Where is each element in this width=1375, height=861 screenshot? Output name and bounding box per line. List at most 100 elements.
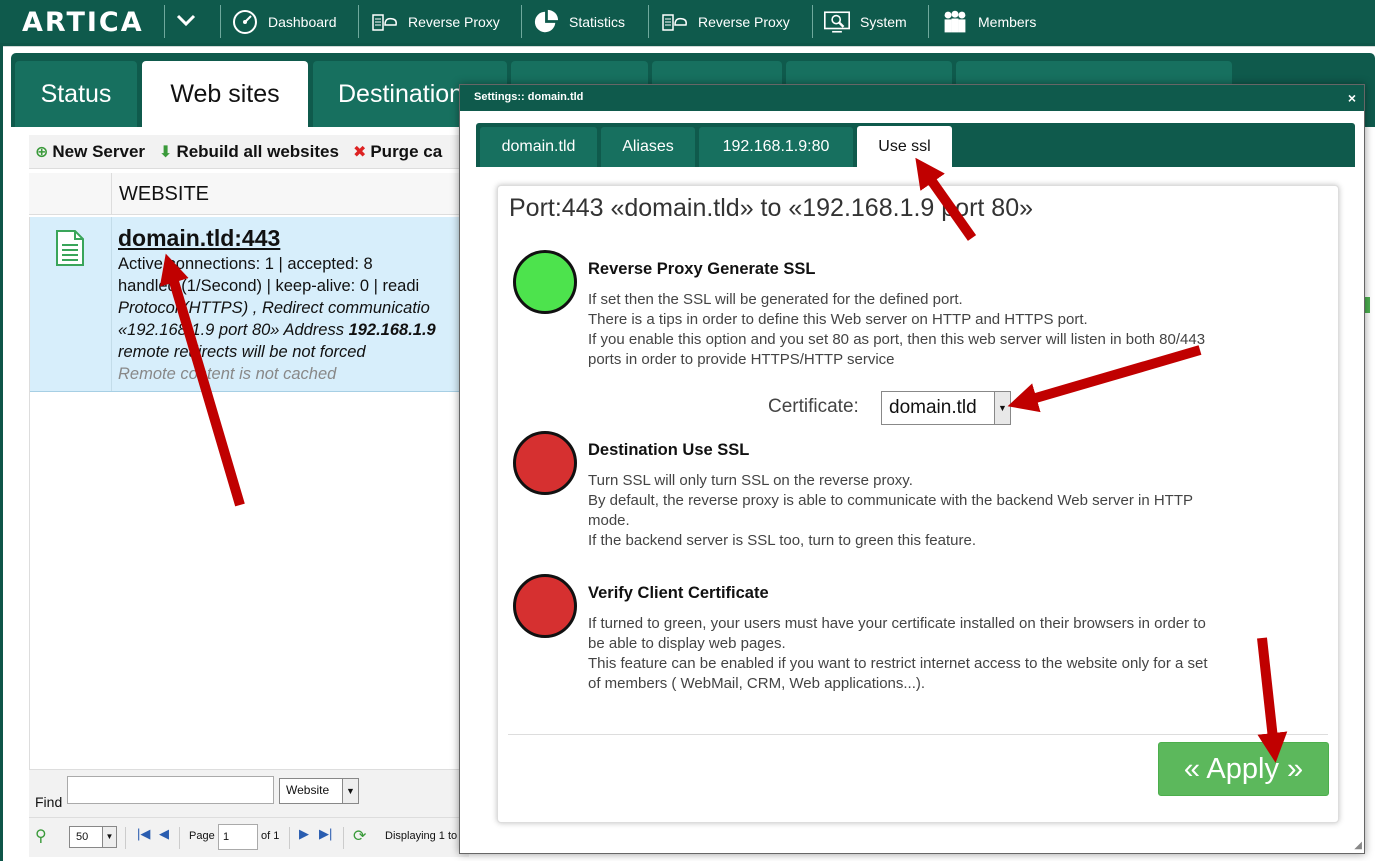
option-desc-line: By default, the reverse proxy is able to…: [588, 492, 1193, 529]
nav-dashboard[interactable]: Dashboard: [232, 0, 337, 43]
rebuild-all-button[interactable]: ⬇ Rebuild all websites: [159, 142, 339, 162]
option-description: If turned to green, your users must have…: [588, 614, 1208, 694]
navbar-separator: [928, 5, 929, 38]
new-server-label: New Server: [52, 141, 146, 161]
option-desc-line: If you enable this option and you set 80…: [588, 331, 1206, 368]
page-input[interactable]: 1: [218, 824, 258, 850]
dialog-tab-bar: domain.tld Aliases 192.168.1.9:80 Use ss…: [476, 123, 1355, 168]
nav-statistics[interactable]: Statistics: [533, 0, 625, 43]
first-page-icon[interactable]: |◀: [137, 826, 150, 842]
dialog-titlebar[interactable]: Settings:: domain.tld: [460, 85, 1364, 111]
ssl-settings-panel: Port:443 «domain.tld» to «192.168.1.9 po…: [497, 185, 1339, 823]
find-bar: Find Website ▼: [29, 769, 469, 817]
navbar-separator: [521, 5, 522, 38]
column-divider: [111, 173, 112, 215]
per-page-value: 50: [76, 831, 89, 843]
apply-button[interactable]: « Apply »: [1158, 742, 1329, 796]
close-icon[interactable]: ×: [1348, 90, 1356, 106]
pagination-bar: ⚲ 50 ▼ |◀ ◀ Page 1 of 1 ▶ ▶| ⟳ Displayin…: [29, 817, 469, 857]
page-of-label: of 1: [261, 830, 280, 842]
reverse-proxy-icon: [662, 9, 688, 35]
next-page-icon[interactable]: ▶: [299, 826, 309, 842]
find-field-value: Website: [286, 783, 330, 797]
search-icon[interactable]: ⚲: [35, 826, 47, 846]
members-icon: [942, 9, 968, 35]
panel-divider: [508, 734, 1328, 735]
page-label: Page: [189, 830, 215, 842]
navbar-separator: [220, 5, 221, 38]
find-input[interactable]: [67, 776, 274, 804]
per-page-select[interactable]: 50 ▼: [69, 826, 117, 848]
purge-cache-button[interactable]: ✖ Purge ca: [353, 142, 442, 162]
tab-status[interactable]: Status: [15, 61, 137, 127]
row-line: remote redirects will be not forced: [118, 343, 366, 361]
chevron-down-icon: [176, 13, 196, 30]
nav-reverse-proxy[interactable]: Reverse Proxy: [372, 0, 500, 43]
toggle-verify-client-cert[interactable]: [513, 574, 577, 638]
nav-members[interactable]: Members: [942, 0, 1036, 43]
row-line: «192.168.1.9 port 80» Address 192.168.1.…: [118, 319, 469, 341]
refresh-icon[interactable]: ⟳: [353, 826, 366, 846]
close-icon: ✖: [352, 143, 367, 161]
grid-border: [29, 217, 30, 817]
tab-domain[interactable]: domain.tld: [480, 127, 597, 167]
nav-label: Reverse Proxy: [408, 13, 500, 30]
prev-page-icon[interactable]: ◀: [159, 826, 169, 842]
dialog-title: Settings:: domain.tld: [474, 91, 584, 103]
row-line-part: «192.168.1.9 port 80» Address: [118, 321, 349, 339]
grid-header: WEBSITE: [29, 173, 469, 215]
option-desc-line: This feature can be enabled if you want …: [588, 655, 1208, 692]
option-description: Turn SSL will only turn SSL on the rever…: [588, 471, 1208, 551]
certificate-select[interactable]: domain.tld ▼: [881, 391, 1011, 425]
column-header-website[interactable]: WEBSITE: [119, 183, 209, 206]
artica-logo[interactable]: ARTICA: [22, 7, 144, 38]
option-title: Reverse Proxy Generate SSL: [588, 260, 816, 278]
system-icon: [824, 9, 850, 35]
option-desc-line: If turned to green, your users must have…: [588, 615, 1206, 652]
nav-label: Statistics: [569, 13, 626, 30]
resize-handle-icon[interactable]: ◢: [1354, 840, 1362, 851]
nav-label: System: [860, 13, 907, 30]
pager-separator: [289, 827, 290, 849]
nav-reverse-proxy-2[interactable]: Reverse Proxy: [662, 0, 790, 43]
chevron-down-icon: ▼: [994, 392, 1010, 424]
nav-menu-toggle[interactable]: [176, 0, 196, 43]
navbar-separator: [358, 5, 359, 38]
option-description: If set then the SSL will be generated fo…: [588, 290, 1208, 370]
reverse-proxy-icon: [372, 9, 398, 35]
new-server-button[interactable]: ⊕ New Server: [35, 142, 145, 162]
option-desc-line: If set then the SSL will be generated fo…: [588, 291, 963, 308]
certificate-label: Certificate:: [768, 396, 859, 417]
add-circle-icon: ⊕: [35, 143, 49, 161]
grid-toolbar: ⊕ New Server ⬇ Rebuild all websites ✖ Pu…: [29, 135, 469, 169]
last-page-icon[interactable]: ▶|: [319, 826, 332, 842]
tab-backend[interactable]: 192.168.1.9:80: [699, 127, 853, 167]
option-desc-line: There is a tips in order to define this …: [588, 311, 1088, 328]
row-line: Remote content is not cached: [118, 365, 337, 383]
panel-title: Port:443 «domain.tld» to «192.168.1.9 po…: [509, 194, 1033, 222]
tab-web-sites[interactable]: Web sites: [142, 61, 308, 127]
toggle-destination-ssl[interactable]: [513, 431, 577, 495]
statistics-icon: [533, 9, 559, 35]
tab-aliases[interactable]: Aliases: [601, 127, 695, 167]
table-row[interactable]: domain.tld:443 Active connections: 1 | a…: [29, 217, 469, 392]
find-field-select[interactable]: Website ▼: [279, 778, 359, 804]
pager-separator: [343, 827, 344, 849]
certificate-value: domain.tld: [889, 397, 977, 418]
row-line: Active connections: 1 | accepted: 8: [118, 255, 373, 273]
option-title: Destination Use SSL: [588, 441, 750, 459]
navbar-separator: [812, 5, 813, 38]
navbar-separator: [648, 5, 649, 38]
website-link[interactable]: domain.tld:443: [118, 223, 469, 253]
nav-system[interactable]: System: [824, 0, 907, 43]
nav-label: Members: [978, 13, 1037, 30]
pager-separator: [125, 827, 126, 849]
purge-label: Purge ca: [370, 141, 443, 161]
option-title: Verify Client Certificate: [588, 584, 769, 602]
tab-use-ssl[interactable]: Use ssl: [857, 126, 952, 168]
toggle-generate-ssl[interactable]: [513, 250, 577, 314]
pager-separator: [179, 827, 180, 849]
chevron-down-icon: ▼: [342, 779, 358, 803]
row-line: Protocol (HTTPS) , Redirect communicatio: [118, 299, 430, 317]
settings-dialog: Settings:: domain.tld × domain.tld Alias…: [459, 84, 1365, 854]
